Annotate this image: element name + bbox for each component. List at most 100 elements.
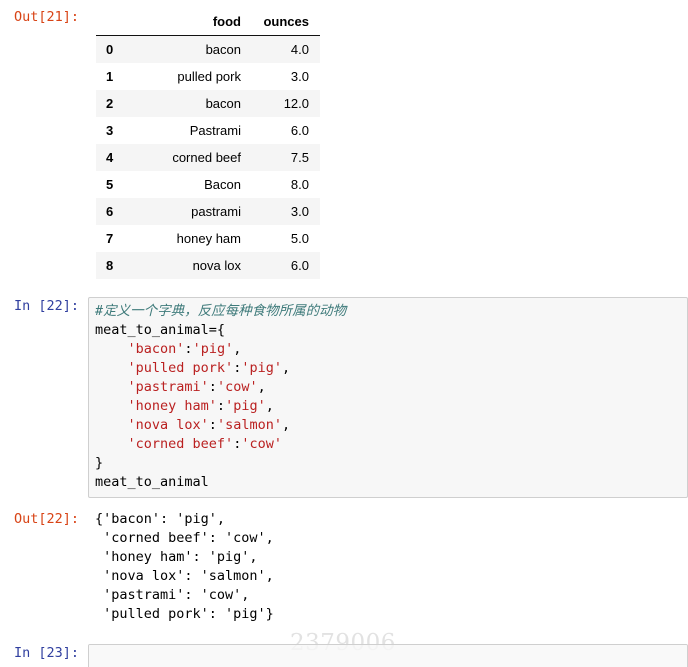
code-token-plain: : <box>184 341 193 357</box>
code-line: 'bacon':'pig', <box>95 340 681 359</box>
spacer-before-in22 <box>0 279 688 297</box>
code-token-comment: #定义一个字典，反应每种食物所属的动物 <box>95 303 347 319</box>
code-token-string: 'pig' <box>225 398 266 414</box>
table-cell-ounces: 5.0 <box>290 231 309 246</box>
code-token-string: 'salmon' <box>216 417 282 433</box>
table-row: 1 pulled pork 3.0 <box>96 63 320 90</box>
code-line: 'pastrami':'cow', <box>95 378 681 397</box>
spacer-before-in23 <box>0 624 688 644</box>
dataframe-table: food ounces 0 bacon 4.0 1 pulled pork 3.0 2 bac… <box>96 9 320 279</box>
code-token-string: 'pig' <box>192 341 234 357</box>
table-row: 0 bacon 4.0 <box>96 35 320 63</box>
table-cell-food: nova lox <box>192 258 241 273</box>
table-cell-ounces: 3.0 <box>290 69 309 84</box>
table-row: 6 pastrami 3.0 <box>96 198 320 225</box>
code-token-string: 'cow' <box>241 436 282 452</box>
code-token-string: 'bacon' <box>127 341 185 357</box>
code-token-plain: , <box>257 379 266 395</box>
table-row-index: 5 <box>106 177 114 192</box>
dataframe-head: food ounces <box>96 9 320 36</box>
table-cell-ounces: 4.0 <box>290 42 309 57</box>
code-token-plain: , <box>265 398 274 414</box>
jupyter-notebook: Out[21]: food ounces 0 bacon 4.0 1 pulled po… <box>0 0 688 667</box>
table-row-index: 6 <box>106 204 114 219</box>
table-row-index: 2 <box>106 96 114 111</box>
code-token-plain: meat_to_animal <box>95 474 209 490</box>
table-cell-food: bacon <box>205 42 241 57</box>
code-token-string: 'pulled pork' <box>127 360 234 376</box>
table-cell-food: pastrami <box>191 204 241 219</box>
table-cell-food: Bacon <box>204 177 241 192</box>
input-cell-23: In [23]: data["animal"] = data["food"].m… <box>0 644 688 667</box>
table-header-row: food ounces <box>96 9 320 36</box>
code-token-string: 'corned beef' <box>127 436 234 452</box>
output-cell-21: Out[21]: food ounces 0 bacon 4.0 1 pulled po… <box>0 8 688 279</box>
table-row: 2 bacon 12.0 <box>96 90 320 117</box>
table-cell-ounces: 3.0 <box>290 204 309 219</box>
table-row: 8 nova lox 6.0 <box>96 252 320 279</box>
code-token-plain: , <box>233 341 242 357</box>
table-cell-ounces: 8.0 <box>290 177 309 192</box>
table-row: 5 Bacon 8.0 <box>96 171 320 198</box>
code-editor-22[interactable]: #定义一个字典，反应每种食物所属的动物 meat_to_animal={ 'bac… <box>88 297 688 498</box>
table-cell-food: bacon <box>205 96 241 111</box>
table-cell-ounces: 6.0 <box>290 123 309 138</box>
code-line: meat_to_animal={ <box>95 321 681 340</box>
output-prompt-21: Out[21]: <box>13 9 79 25</box>
text-output-area: {'bacon': 'pig', 'corned beef': 'cow', '… <box>95 511 274 622</box>
code-editor-23-background <box>89 645 687 667</box>
code-line: #定义一个字典，反应每种食物所属的动物 <box>95 302 681 321</box>
table-row-index: 7 <box>106 231 114 246</box>
code-line: 'corned beef':'cow' <box>95 435 681 454</box>
code-token-plain: } <box>95 455 104 471</box>
table-row: 3 Pastrami 6.0 <box>96 117 320 144</box>
output-prompt-22: Out[22]: <box>13 511 79 527</box>
table-row-index: 0 <box>106 42 114 57</box>
input-cell-22: In [22]: #定义一个字典，反应每种食物所属的动物 meat_to_anim… <box>0 297 688 498</box>
code-token-string: 'honey ham' <box>127 398 217 414</box>
code-line: meat_to_animal <box>95 473 681 492</box>
spacer-before-out22 <box>0 498 688 510</box>
table-cell-ounces: 7.5 <box>290 150 309 165</box>
table-cell-food: Pastrami <box>189 123 241 138</box>
code-token-plain: , <box>281 360 291 376</box>
table-row-index: 1 <box>106 69 114 84</box>
code-token-string: 'pastrami' <box>127 379 209 395</box>
code-line: 'pulled pork':'pig', <box>95 359 681 378</box>
code-token-plain: : <box>208 379 217 395</box>
code-token-plain: : <box>208 417 217 433</box>
code-line: } <box>95 454 681 473</box>
code-token-plain: , <box>281 417 291 433</box>
spacer-top <box>0 0 688 8</box>
dataframe-output-area: food ounces 0 bacon 4.0 1 pulled pork 3.0 2 bac… <box>88 8 688 279</box>
table-row: 4 corned beef 7.5 <box>96 144 320 171</box>
table-index-header <box>96 9 144 36</box>
dataframe-body: 0 bacon 4.0 1 pulled pork 3.0 2 bacon 12.0 3 Pastr… <box>96 35 320 279</box>
table-cell-ounces: 6.0 <box>290 258 309 273</box>
output-cell-22: Out[22]: {'bacon': 'pig', 'corned beef':… <box>0 510 688 624</box>
code-line: 'honey ham':'pig', <box>95 397 681 416</box>
code-token-string: 'cow' <box>216 379 258 395</box>
table-cell-food: corned beef <box>172 150 241 165</box>
table-row: 7 honey ham 5.0 <box>96 225 320 252</box>
code-token-string: 'nova lox' <box>127 417 209 433</box>
code-token-plain: : <box>216 398 226 414</box>
input-prompt-23: In [23]: <box>13 645 79 661</box>
code-editor-23[interactable]: data["animal"] = data["food"].map(str.lo… <box>88 644 688 667</box>
table-col-ounces: ounces <box>252 9 320 36</box>
table-row-index: 4 <box>106 150 114 165</box>
table-row-index: 3 <box>106 123 114 138</box>
table-row-index: 8 <box>106 258 114 273</box>
table-cell-food: pulled pork <box>177 69 241 84</box>
table-cell-food: honey ham <box>176 231 241 246</box>
code-line: 'nova lox':'salmon', <box>95 416 681 435</box>
code-token-plain: meat_to_animal={ <box>95 322 226 338</box>
code-token-string: 'pig' <box>241 360 282 376</box>
table-col-food: food <box>144 9 252 36</box>
